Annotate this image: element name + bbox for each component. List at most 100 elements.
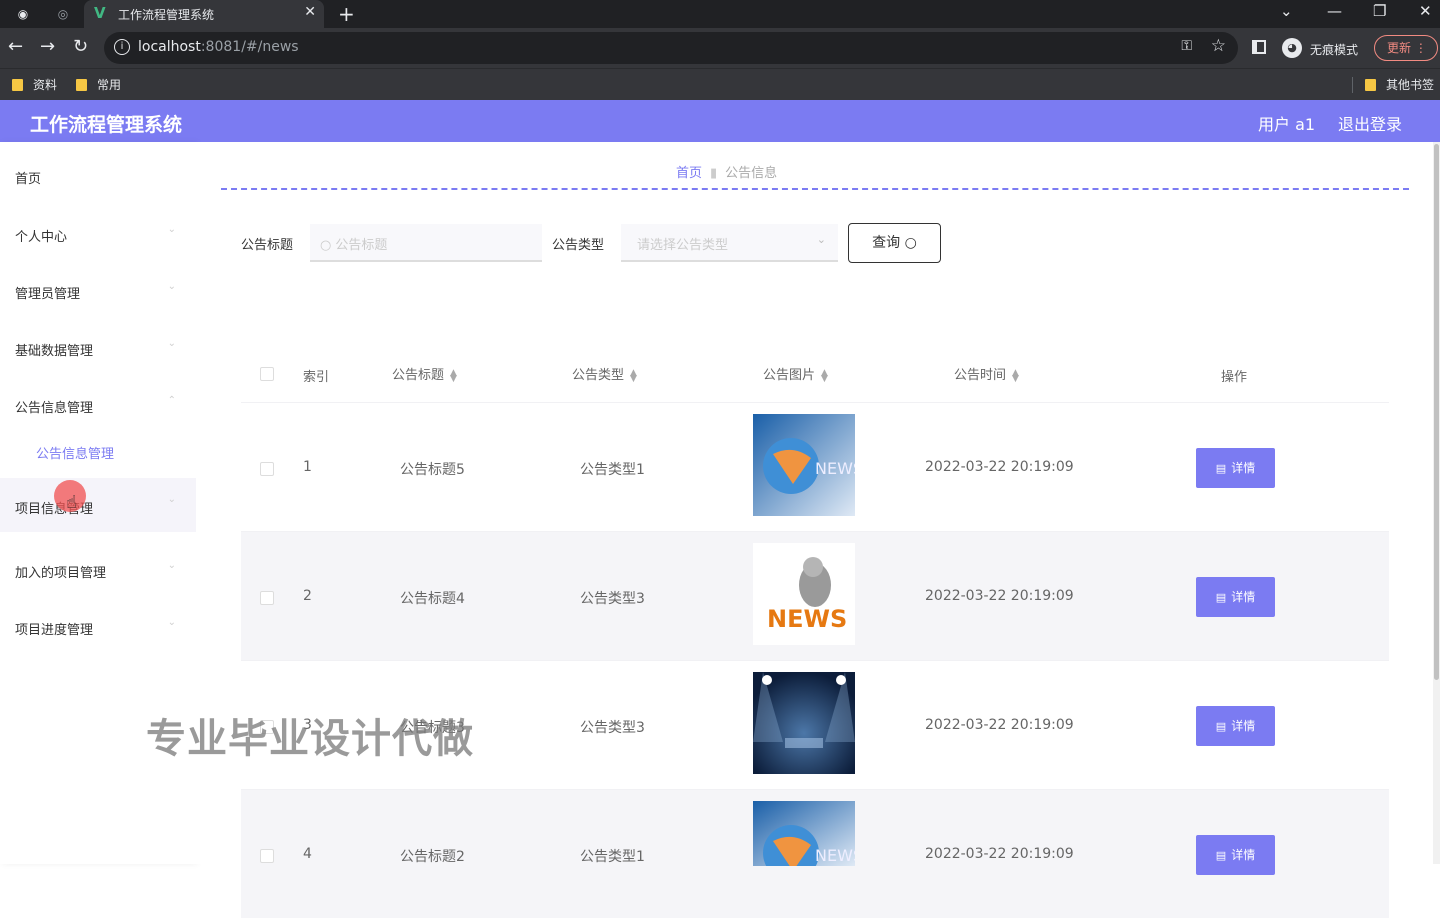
inactive-tab-icon[interactable]: ◎: [54, 5, 72, 23]
app-title: 工作流程管理系统: [30, 114, 183, 136]
bookmark-folder-2[interactable]: 常用: [76, 76, 121, 93]
news-stage-image: [753, 672, 855, 774]
active-tab[interactable]: V 工作流程管理系统 ✕: [84, 0, 324, 28]
sort-icon[interactable]: ▲ ▼: [821, 368, 828, 383]
new-tab-icon[interactable]: +: [338, 2, 355, 26]
sidebar-item-basedata[interactable]: 基础数据管理 ⌄: [0, 322, 196, 370]
breadcrumb-current: 公告信息: [725, 166, 778, 181]
table-row: 2 公告标题4 公告类型3 NEWS 2022-03-22 20:19:09 ▤…: [241, 531, 1389, 660]
col-type[interactable]: 公告类型 ▲ ▼: [572, 364, 637, 383]
chevron-down-icon: ⌄: [167, 560, 176, 571]
row-time: 2022-03-22 20:19:09: [925, 846, 1074, 862]
row-time: 2022-03-22 20:19:09: [925, 459, 1074, 475]
url-text: localhost:8081/#/news: [138, 39, 299, 55]
type-select[interactable]: 请选择公告类型 ⌄: [621, 224, 838, 262]
document-icon: ▤: [1215, 462, 1227, 475]
row-title: 公告标题5: [400, 462, 465, 478]
breadcrumb-home[interactable]: 首页: [676, 166, 702, 181]
row-title: 公告标题4: [400, 591, 465, 607]
hand-cursor-icon: ☝: [66, 492, 77, 513]
bookmark-folder-1[interactable]: 资料: [12, 76, 57, 93]
bookmark-star-icon[interactable]: ☆: [1211, 36, 1226, 56]
row-type: 公告类型1: [580, 849, 645, 865]
breadcrumb-separator-icon: ▮: [710, 166, 718, 181]
table-header: 索引 公告标题 ▲ ▼ 公告类型 ▲ ▼ 公告图片 ▲ ▼ 公告时间 ▲ ▼ 操作: [241, 342, 1389, 402]
sidebar-item-profile[interactable]: 个人中心 ⌄: [0, 208, 196, 256]
table-row: 1 公告标题5 公告类型1 NEWS 2022-03-22 20:19:09 ▤…: [241, 402, 1389, 531]
row-checkbox[interactable]: [260, 849, 274, 863]
col-time[interactable]: 公告时间 ▲ ▼: [954, 364, 1019, 383]
detail-button[interactable]: ▤ 详情: [1196, 835, 1275, 875]
col-image[interactable]: 公告图片 ▲ ▼: [763, 364, 828, 383]
sidebar-item-project[interactable]: 项目信息管理 ⌄: [0, 478, 196, 532]
incognito-icon[interactable]: ◕: [1282, 38, 1302, 58]
news-globe-image: NEWS: [753, 801, 855, 866]
forward-icon[interactable]: →: [40, 36, 55, 57]
svg-text:NEWS: NEWS: [815, 846, 855, 865]
query-button[interactable]: 查询 ○: [848, 223, 941, 263]
document-icon: ▤: [1215, 849, 1227, 862]
sidebar-item-home[interactable]: 首页: [0, 150, 196, 198]
close-tab-icon[interactable]: ✕: [304, 4, 316, 20]
detail-button[interactable]: ▤ 详情: [1196, 448, 1275, 488]
incognito-label: 无痕模式: [1310, 43, 1359, 57]
col-title[interactable]: 公告标题 ▲ ▼: [392, 364, 457, 383]
sidebar-item-progress[interactable]: 项目进度管理 ⌄: [0, 601, 196, 649]
app-header: 工作流程管理系统 用户 a1 退出登录: [0, 100, 1440, 142]
browser-icon[interactable]: ◉: [14, 5, 32, 23]
page-scrollbar-thumb[interactable]: [1434, 144, 1439, 680]
update-button[interactable]: 更新 ⋮: [1374, 35, 1438, 61]
news-globe-image: NEWS: [753, 414, 855, 516]
restore-icon[interactable]: ❐: [1373, 2, 1386, 20]
select-all-checkbox[interactable]: [260, 367, 274, 381]
row-type: 公告类型1: [580, 462, 645, 478]
detail-button[interactable]: ▤ 详情: [1196, 577, 1275, 617]
detail-button[interactable]: ▤ 详情: [1196, 706, 1275, 746]
row-checkbox[interactable]: [260, 591, 274, 605]
tab-search-icon[interactable]: ⌄: [1280, 2, 1293, 20]
other-bookmarks[interactable]: 其他书签: [1365, 76, 1434, 93]
search-icon: ○: [320, 238, 332, 253]
vue-logo-icon: V: [94, 4, 106, 22]
row-checkbox[interactable]: [260, 462, 274, 476]
sort-icon[interactable]: ▲ ▼: [630, 368, 637, 383]
logout-link[interactable]: 退出登录: [1338, 111, 1402, 135]
row-type: 公告类型3: [580, 720, 645, 736]
row-time: 2022-03-22 20:19:09: [925, 588, 1074, 604]
svg-text:NEWS: NEWS: [767, 605, 847, 633]
document-icon: ▤: [1215, 720, 1227, 733]
watermark-text: 专业毕业设计代做: [146, 716, 474, 762]
chevron-up-icon: ⌃: [167, 395, 176, 406]
chevron-down-icon: ⌄: [167, 281, 176, 292]
sidebar-subitem-notice[interactable]: 公告信息管理: [36, 443, 114, 462]
sort-icon[interactable]: ▲ ▼: [450, 368, 457, 383]
notice-table: 索引 公告标题 ▲ ▼ 公告类型 ▲ ▼ 公告图片 ▲ ▼ 公告时间 ▲ ▼ 操作 1 公告标题…: [241, 342, 1389, 918]
sort-icon[interactable]: ▲ ▼: [1012, 368, 1019, 383]
row-title: 公告标题2: [400, 849, 465, 865]
row-index: 1: [303, 459, 312, 475]
sidebar-item-admin[interactable]: 管理员管理 ⌄: [0, 265, 196, 313]
current-user: 用户 a1: [1258, 115, 1316, 134]
close-window-icon[interactable]: ✕: [1419, 2, 1432, 20]
reload-icon[interactable]: ↻: [73, 36, 88, 57]
browser-toolbar: ← → ↻ i localhost:8081/#/news ⚿ ☆: [0, 28, 1440, 68]
folder-icon: [76, 79, 87, 91]
back-icon[interactable]: ←: [8, 36, 23, 57]
minimize-icon[interactable]: —: [1327, 2, 1342, 20]
bookmarks-divider: [1352, 77, 1353, 93]
table-row: 4 公告标题2 公告类型1 NEWS 2022-03-22 20:19:09 ▤…: [241, 789, 1389, 918]
row-type: 公告类型3: [580, 591, 645, 607]
password-key-icon[interactable]: ⚿: [1181, 38, 1192, 54]
title-search-input[interactable]: ○ 公告标题: [310, 224, 542, 262]
side-panel-icon[interactable]: [1252, 40, 1266, 54]
dashed-divider: [221, 188, 1409, 190]
row-time: 2022-03-22 20:19:09: [925, 717, 1074, 733]
row-index: 2: [303, 588, 312, 604]
chevron-down-icon: ⌄: [167, 494, 176, 505]
site-info-icon[interactable]: i: [114, 39, 130, 55]
address-bar[interactable]: i localhost:8081/#/news ⚿ ☆: [104, 32, 1238, 64]
sidebar-item-joined[interactable]: 加入的项目管理 ⌄: [0, 544, 196, 592]
chevron-down-icon: ⌄: [816, 233, 826, 246]
type-filter-label: 公告类型: [552, 238, 605, 253]
sidebar-item-notice[interactable]: 公告信息管理 ⌃: [0, 379, 196, 427]
